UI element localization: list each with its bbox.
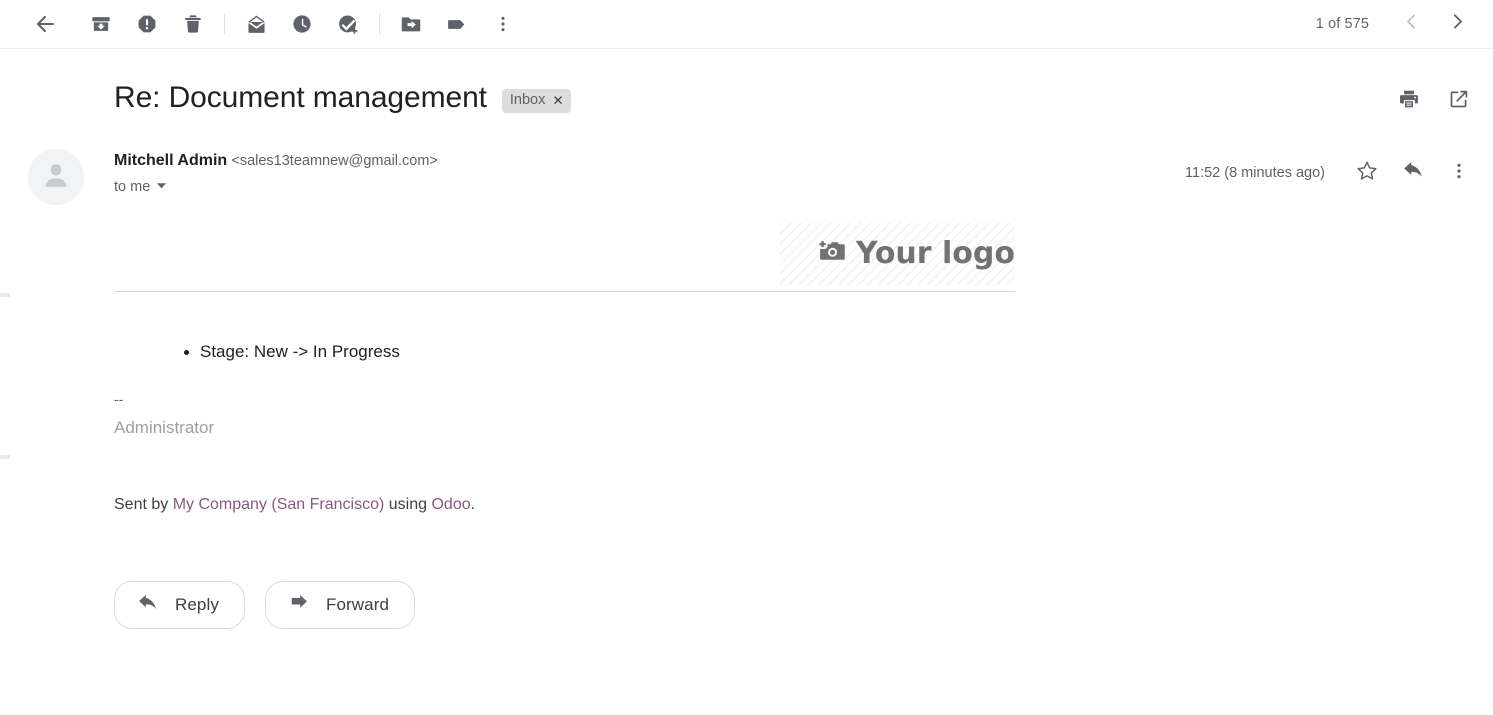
label-chip-text: Inbox bbox=[509, 92, 546, 108]
mail-unread-icon bbox=[245, 13, 268, 36]
message-footer-actions: Reply Forward bbox=[114, 581, 1493, 629]
pagination-prev-button[interactable] bbox=[1389, 2, 1433, 46]
more-vertical-icon bbox=[1449, 161, 1469, 186]
reply-button-label: Reply bbox=[175, 595, 219, 614]
chevron-down-icon[interactable] bbox=[156, 179, 167, 195]
chevron-left-icon bbox=[1401, 11, 1422, 37]
archive-button[interactable] bbox=[78, 1, 124, 47]
odoo-link[interactable]: Odoo bbox=[431, 496, 470, 513]
label-tag-icon bbox=[446, 13, 469, 36]
open-new-window-button[interactable] bbox=[1439, 81, 1479, 121]
move-to-button[interactable] bbox=[388, 1, 434, 47]
sender-row: Mitchell Admin <sales13teamnew@gmail.com… bbox=[0, 121, 1493, 205]
mark-unread-button[interactable] bbox=[233, 1, 279, 47]
edge-artifact-top bbox=[0, 293, 10, 297]
more-vertical-icon bbox=[493, 14, 513, 34]
report-spam-icon bbox=[136, 13, 158, 35]
subject-row: Re: Document management Inbox ✕ bbox=[0, 49, 1493, 121]
pagination: 1 of 575 bbox=[1316, 2, 1479, 46]
open-external-icon bbox=[1448, 88, 1470, 115]
toolbar-divider-1 bbox=[224, 13, 225, 35]
edge-artifact-bottom bbox=[0, 455, 10, 459]
forward-button-label: Forward bbox=[325, 595, 390, 614]
toolbar-divider-2 bbox=[379, 13, 380, 35]
trash-icon bbox=[182, 13, 204, 35]
sent-by-middle: using bbox=[384, 496, 432, 513]
list-item: Stage: New -> In Progress bbox=[184, 340, 1493, 364]
reply-icon-button[interactable] bbox=[1393, 153, 1433, 193]
logo-placeholder-content: Your logo bbox=[816, 238, 1015, 271]
clock-icon bbox=[291, 13, 313, 35]
close-icon[interactable]: ✕ bbox=[552, 94, 563, 108]
sender-details: Mitchell Admin <sales13teamnew@gmail.com… bbox=[84, 147, 1185, 195]
reply-arrow-icon bbox=[137, 592, 159, 619]
forward-arrow-icon bbox=[288, 592, 310, 619]
delete-button[interactable] bbox=[170, 1, 216, 47]
print-icon bbox=[1398, 88, 1420, 115]
avatar[interactable] bbox=[28, 149, 84, 205]
signature-separator: -- bbox=[114, 391, 124, 407]
signature-name: Administrator bbox=[114, 418, 215, 437]
recipient-label: to me bbox=[114, 179, 151, 195]
folder-move-icon bbox=[400, 13, 422, 35]
body-divider bbox=[114, 291, 1015, 292]
recipient-row[interactable]: to me bbox=[114, 179, 1185, 195]
company-link[interactable]: My Company (San Francisco) bbox=[173, 496, 385, 513]
message-meta: 11:52 (8 minutes ago) bbox=[1185, 147, 1479, 193]
sender-line: Mitchell Admin <sales13teamnew@gmail.com… bbox=[114, 151, 1185, 171]
task-add-icon bbox=[337, 13, 360, 36]
sent-by-prefix: Sent by bbox=[114, 496, 173, 513]
sender-email: <sales13teamnew@gmail.com> bbox=[231, 153, 438, 169]
subject-actions bbox=[1389, 81, 1479, 121]
print-button[interactable] bbox=[1389, 81, 1429, 121]
message-more-button[interactable] bbox=[1439, 153, 1479, 193]
forward-button[interactable]: Forward bbox=[264, 581, 416, 629]
message-timestamp: 11:52 (8 minutes ago) bbox=[1185, 165, 1325, 181]
reply-arrow-icon bbox=[1402, 159, 1425, 187]
reply-button[interactable]: Reply bbox=[114, 581, 245, 629]
logo-placeholder: Your logo bbox=[114, 223, 1015, 285]
snooze-button[interactable] bbox=[279, 1, 325, 47]
pagination-count: 1 of 575 bbox=[1315, 16, 1369, 32]
add-to-tasks-button[interactable] bbox=[325, 1, 371, 47]
subject-left: Re: Document management Inbox ✕ bbox=[114, 79, 1389, 117]
camera-add-icon bbox=[816, 238, 846, 271]
body-bullet-list: Stage: New -> In Progress bbox=[114, 340, 1493, 364]
logo-placeholder-text: Your logo bbox=[855, 236, 1015, 271]
arrow-left-icon bbox=[33, 12, 57, 36]
message-body: Your logo Stage: New -> In Progress -- A… bbox=[0, 223, 1493, 629]
sent-by-suffix: . bbox=[470, 496, 476, 513]
sender-name[interactable]: Mitchell Admin bbox=[114, 152, 227, 169]
star-button[interactable] bbox=[1347, 153, 1387, 193]
page-title: Re: Document management bbox=[114, 81, 487, 114]
labels-button[interactable] bbox=[434, 1, 480, 47]
more-button[interactable] bbox=[480, 1, 526, 47]
message-toolbar: 1 of 575 bbox=[0, 0, 1493, 49]
pagination-next-button[interactable] bbox=[1435, 2, 1479, 46]
sent-by-footer: Sent by My Company (San Francisco) using… bbox=[114, 494, 1493, 516]
label-chip-inbox[interactable]: Inbox ✕ bbox=[501, 89, 571, 113]
back-button[interactable] bbox=[22, 1, 68, 47]
person-avatar-icon bbox=[39, 158, 73, 197]
archive-icon bbox=[90, 13, 112, 35]
star-outline-icon bbox=[1355, 159, 1379, 188]
report-spam-button[interactable] bbox=[124, 1, 170, 47]
chevron-right-icon bbox=[1447, 11, 1468, 37]
